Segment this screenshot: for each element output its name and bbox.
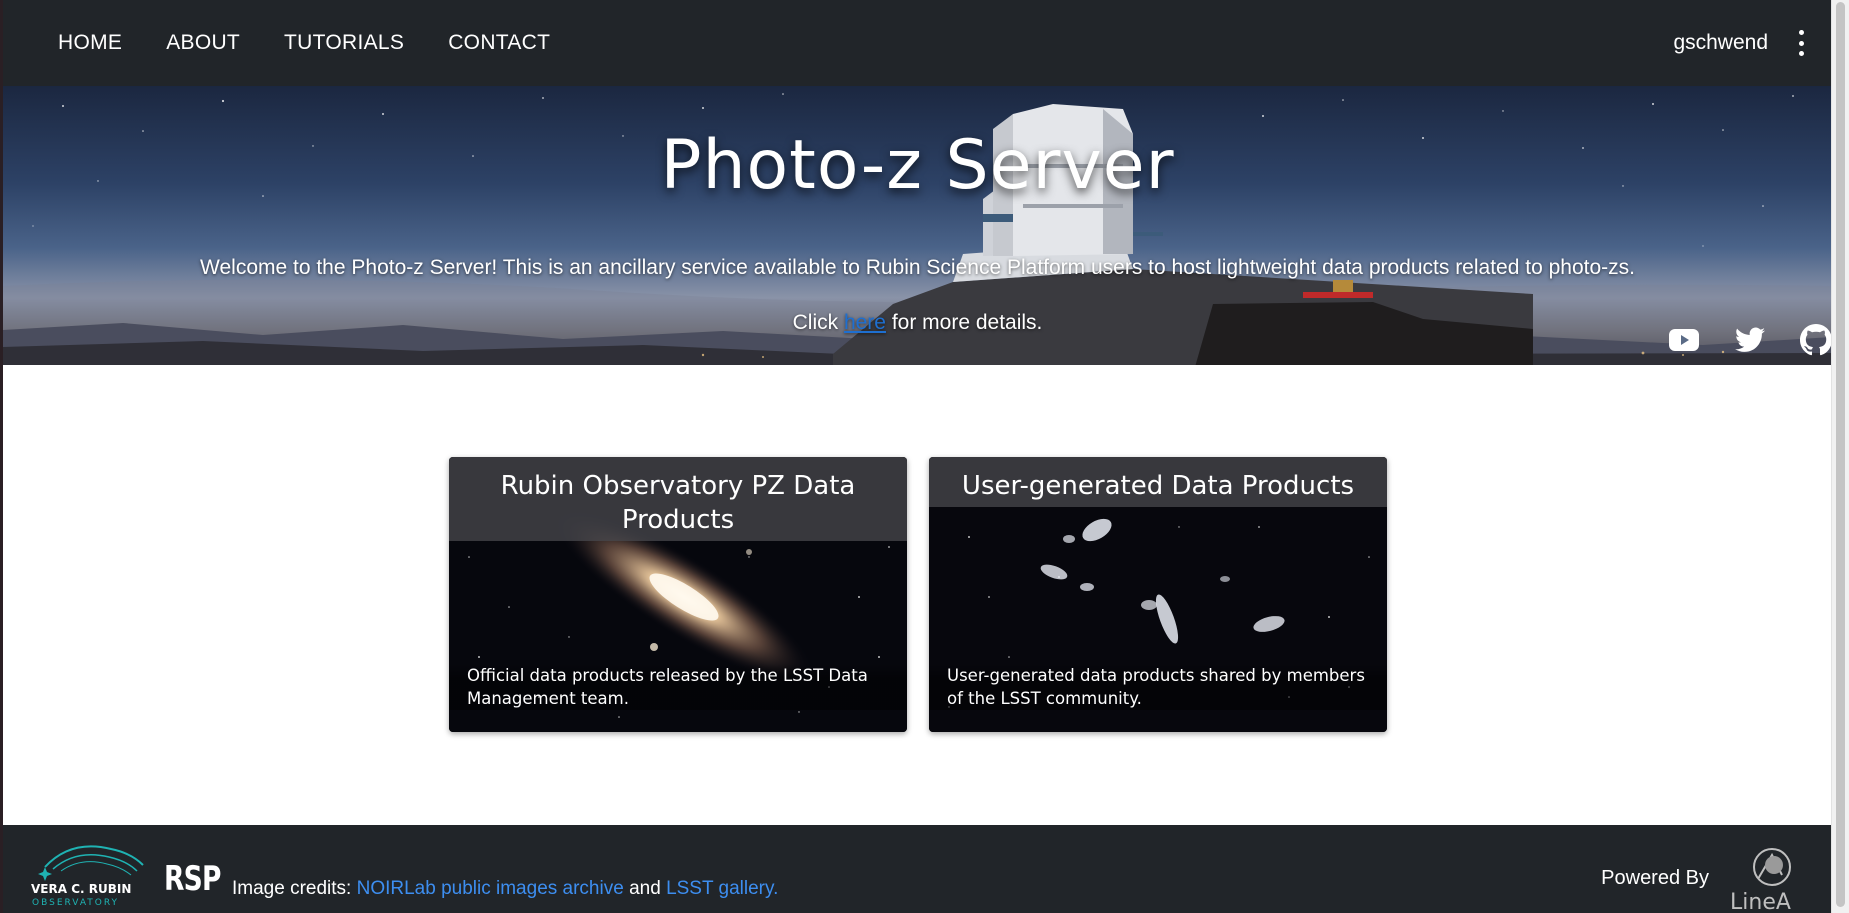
top-navbar: HOME ABOUT TUTORIALS CONTACT gschwend xyxy=(3,0,1832,86)
user-generated-products-card[interactable]: User-generated Data Products User-genera… xyxy=(929,457,1387,732)
svg-text:VERA C. RUBIN: VERA C. RUBIN xyxy=(31,882,131,896)
details-prefix: Click xyxy=(792,311,844,334)
footer: VERA C. RUBIN OBSERVATORY RSP Image cred… xyxy=(3,825,1832,913)
rubin-observatory-logo[interactable]: VERA C. RUBIN OBSERVATORY xyxy=(31,839,151,913)
noirlab-archive-link[interactable]: NOIRLab public images archive xyxy=(357,878,624,899)
window-frame xyxy=(0,0,3,913)
rsp-logo[interactable]: RSP xyxy=(164,859,221,899)
details-suffix: for more details. xyxy=(885,311,1043,334)
user-area: gschwend xyxy=(1673,0,1808,86)
twitter-icon[interactable] xyxy=(1734,324,1766,356)
svg-text:LineA: LineA xyxy=(1730,890,1791,913)
username[interactable]: gschwend xyxy=(1673,31,1768,55)
github-icon[interactable] xyxy=(1800,324,1832,356)
welcome-text: Welcome to the Photo-z Server! This is a… xyxy=(200,256,1635,279)
nav-contact[interactable]: CONTACT xyxy=(448,31,550,55)
lsst-gallery-link[interactable]: LSST gallery. xyxy=(666,878,778,899)
powered-by-label: Powered By xyxy=(1601,867,1709,889)
rubin-pz-products-card[interactable]: Rubin Observatory PZ Data Products Offic… xyxy=(449,457,907,732)
nav-tutorials[interactable]: TUTORIALS xyxy=(284,31,404,55)
credits-and: and xyxy=(623,878,667,899)
more-vert-icon[interactable] xyxy=(1794,30,1808,56)
social-links xyxy=(1634,324,1832,356)
image-credits: Image credits: NOIRLab public images arc… xyxy=(232,878,778,900)
nav-links: HOME ABOUT TUTORIALS CONTACT xyxy=(58,0,594,86)
card-description: User-generated data products shared by m… xyxy=(929,664,1387,710)
details-text: Click here for more details. xyxy=(3,311,1832,335)
card-description: Official data products released by the L… xyxy=(449,664,907,710)
card-title: Rubin Observatory PZ Data Products xyxy=(449,457,907,541)
linea-logo[interactable]: LineA xyxy=(1728,845,1806,913)
hero-banner: Photo-z Server Welcome to the Photo-z Se… xyxy=(3,86,1832,365)
credits-prefix: Image credits: xyxy=(232,878,357,899)
page-title: Photo-z Server xyxy=(660,126,1175,205)
vertical-scrollbar[interactable] xyxy=(1831,0,1849,913)
details-link[interactable]: here xyxy=(844,311,886,334)
youtube-icon[interactable] xyxy=(1668,324,1700,356)
svg-text:OBSERVATORY: OBSERVATORY xyxy=(32,898,119,908)
nav-home[interactable]: HOME xyxy=(58,31,122,55)
nav-about[interactable]: ABOUT xyxy=(166,31,240,55)
scrollbar-thumb[interactable] xyxy=(1836,2,1845,907)
card-title: User-generated Data Products xyxy=(929,457,1387,507)
